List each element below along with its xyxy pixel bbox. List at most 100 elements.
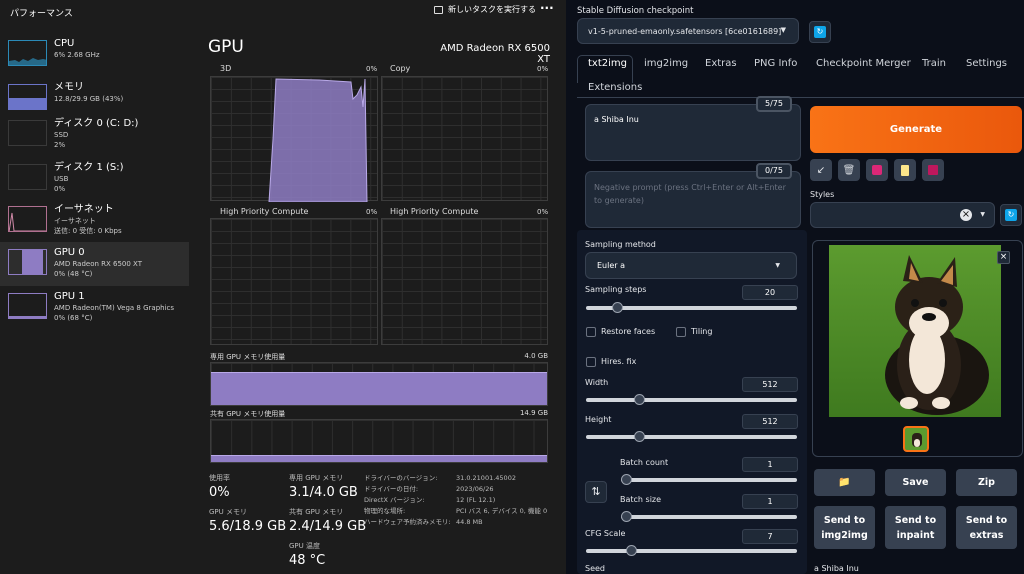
clear-icon[interactable]: × <box>960 209 972 221</box>
slider-handle[interactable] <box>612 302 623 313</box>
gpu-heading: GPU <box>208 37 244 57</box>
engine-label: High Priority Compute <box>390 207 479 216</box>
utilization-label: 使用率 <box>209 474 230 482</box>
apply-styles-button[interactable] <box>894 159 916 181</box>
more-options-button[interactable]: ··· <box>540 1 554 15</box>
negative-token-counter: 0/75 <box>756 163 792 179</box>
sampling-steps-input[interactable]: 20 <box>742 285 798 300</box>
send-to-img2img-button[interactable]: Send to img2img <box>814 506 875 549</box>
width-slider[interactable] <box>586 394 797 405</box>
tab-train[interactable]: Train <box>922 58 946 69</box>
sidebar-item-ethernet[interactable]: イーサネット イーサネット 送信: 0 受信: 0 Kbps <box>0 199 189 243</box>
cfg-scale-input[interactable]: 7 <box>742 529 798 544</box>
engine-graph-hpc1 <box>210 218 378 345</box>
generate-button[interactable]: Generate <box>810 106 1022 153</box>
send-to-inpaint-button[interactable]: Send to inpaint <box>885 506 946 549</box>
swap-dimensions-button[interactable]: ⇅ <box>585 481 607 503</box>
styles-label: Styles <box>810 190 835 199</box>
extra-networks-button[interactable] <box>866 159 888 181</box>
slider-handle[interactable] <box>634 431 645 442</box>
slider-handle[interactable] <box>621 474 632 485</box>
utilization-value: 0% <box>209 485 230 500</box>
width-input[interactable]: 512 <box>742 377 798 392</box>
dedicated-memory-stat-value: 3.1/4.0 GB <box>289 485 358 500</box>
save-style-button[interactable] <box>922 159 944 181</box>
slider-handle[interactable] <box>626 545 637 556</box>
chevron-down-icon: ▼ <box>780 26 786 34</box>
cfg-scale-label: CFG Scale <box>585 529 626 538</box>
height-input[interactable]: 512 <box>742 414 798 429</box>
run-new-task-button[interactable]: 新しいタスクを実行する <box>434 4 536 15</box>
folder-icon: 📁 <box>838 477 851 488</box>
sampling-steps-label: Sampling steps <box>585 285 647 294</box>
page-title: パフォーマンス <box>10 9 73 19</box>
hires-fix-checkbox[interactable] <box>586 357 596 367</box>
tiling-checkbox[interactable] <box>676 327 686 337</box>
restore-faces-label: Restore faces <box>601 327 656 336</box>
disk1-thumbnail <box>8 164 47 190</box>
restore-faces-checkbox[interactable] <box>586 327 596 337</box>
tab-txt2img[interactable]: txt2img <box>588 58 627 69</box>
tab-settings[interactable]: Settings <box>966 58 1007 69</box>
save-button[interactable]: Save <box>885 469 946 496</box>
memory-thumbnail <box>8 84 47 110</box>
tab-png-info[interactable]: PNG Info <box>754 58 797 69</box>
zip-button[interactable]: Zip <box>956 469 1017 496</box>
refresh-checkpoint-button[interactable]: ↻ <box>809 21 831 43</box>
sampling-steps-slider[interactable] <box>586 302 797 313</box>
sidebar-item-gpu1[interactable]: GPU 1 AMD Radeon(TM) Vega 8 Graphics 0% (6… <box>0 286 189 330</box>
shared-memory-graph <box>210 419 548 463</box>
tab-extras[interactable]: Extras <box>705 58 737 69</box>
close-icon[interactable]: × <box>997 251 1010 264</box>
sidebar-item-label: メモリ <box>54 82 84 93</box>
run-task-icon <box>434 5 443 14</box>
batch-count-slider[interactable] <box>621 474 797 485</box>
refresh-styles-button[interactable]: ↻ <box>1000 204 1022 226</box>
cpu-thumbnail <box>8 40 47 66</box>
batch-size-slider[interactable] <box>621 511 797 522</box>
tiling-label: Tiling <box>691 327 713 336</box>
sampling-method-select[interactable]: Euler a ▼ <box>585 252 797 279</box>
checkpoint-select[interactable]: v1-5-pruned-emaonly.safetensors [6ce0161… <box>577 18 799 44</box>
cfg-scale-slider[interactable] <box>586 545 797 556</box>
sidebar-item-label: GPU 1 <box>54 291 85 302</box>
prompt-input[interactable]: a Shiba Inu <box>585 104 801 161</box>
batch-count-input[interactable]: 1 <box>742 457 798 472</box>
sidebar-item-gpu0[interactable]: GPU 0 AMD Radeon RX 6500 XT 0% (48 °C) <box>0 242 189 286</box>
tab-extensions[interactable]: Extensions <box>588 82 642 93</box>
tab-checkpoint-merger[interactable]: Checkpoint Merger <box>816 58 911 69</box>
slider-handle[interactable] <box>634 394 645 405</box>
width-label: Width <box>585 378 609 387</box>
batch-size-input[interactable]: 1 <box>742 494 798 509</box>
generation-caption: a Shiba Inu <box>814 564 859 573</box>
seed-label: Seed <box>585 564 605 573</box>
shared-memory-label: 共有 GPU メモリ使用量 <box>210 410 286 418</box>
shared-memory-stat-label: 共有 GPU メモリ <box>289 508 344 516</box>
styles-select[interactable]: × ▼ <box>810 202 995 228</box>
read-params-button[interactable]: ↙ <box>810 159 832 181</box>
slider-handle[interactable] <box>621 511 632 522</box>
chevron-down-icon: ▼ <box>980 211 985 218</box>
sidebar-item-cpu[interactable]: CPU 6% 2.68 GHz <box>0 33 189 77</box>
gpu0-thumbnail <box>8 249 47 275</box>
sidebar-item-disk1[interactable]: ディスク 1 (S:) USB 0% <box>0 157 189 201</box>
refresh-icon: ↻ <box>814 26 826 38</box>
sidebar-item-label: イーサネット <box>54 204 114 215</box>
negative-prompt-input[interactable]: Negative prompt (press Ctrl+Enter or Alt… <box>585 171 801 228</box>
sidebar-item-disk0[interactable]: ディスク 0 (C: D:) SSD 2% <box>0 113 189 157</box>
gpu1-thumbnail <box>8 293 47 319</box>
ethernet-thumbnail <box>8 206 47 232</box>
arrow-icon: ↙ <box>816 164 826 176</box>
gpu-temp-label: GPU 温度 <box>289 542 320 550</box>
send-to-extras-button[interactable]: Send to extras <box>956 506 1017 549</box>
gpu-memory-label: GPU メモリ <box>209 508 247 516</box>
clear-prompt-button[interactable]: 🗑 <box>838 159 860 181</box>
height-slider[interactable] <box>586 431 797 442</box>
batch-count-label: Batch count <box>620 458 669 467</box>
generated-image[interactable] <box>829 245 1001 417</box>
engine-graph-hpc2 <box>381 218 548 345</box>
tab-img2img[interactable]: img2img <box>644 58 688 69</box>
open-folder-button[interactable]: 📁 <box>814 469 875 496</box>
engine-pct: 0% <box>366 65 378 73</box>
gallery-thumbnail[interactable] <box>903 426 929 452</box>
